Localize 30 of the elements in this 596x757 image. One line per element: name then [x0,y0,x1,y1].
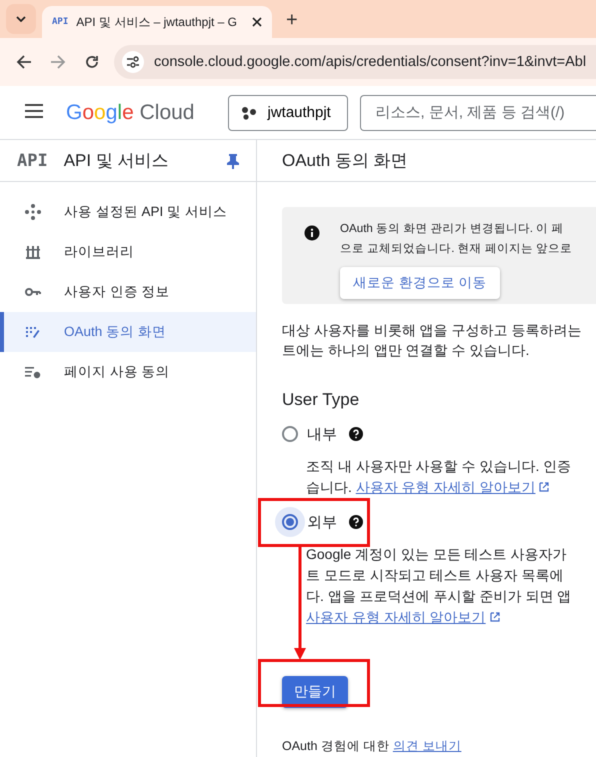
sidebar-item[interactable]: 페이지 사용 동의 [0,352,256,392]
sidebar-item[interactable]: 라이브러리 [0,232,256,272]
google-cloud-logo[interactable]: Google Cloud [66,100,194,124]
sidebar-item[interactable]: 사용 설정된 API 및 서비스 [0,192,256,232]
browser-tab[interactable]: API API 및 서비스 – jwtauthpjt – G [42,6,272,38]
create-button[interactable]: 만들기 [282,676,348,708]
project-picker[interactable]: jwtauthpjt [228,94,348,130]
page-title: OAuth 동의 화면 [282,150,408,172]
sidebar-item[interactable]: 사용자 인증 정보 [0,272,256,312]
feedback-text: OAuth 경험에 대한 의견 보내기 [282,738,462,755]
new-experience-button[interactable]: 새로운 환경으로 이동 [340,267,500,299]
tab-title: API 및 서비스 – jwtauthpjt – G [76,14,238,30]
url-text: console.cloud.google.com/apis/credentials/consent?inv=1&invt=Abl [154,54,586,70]
section-heading: User Type [282,390,360,410]
search-field[interactable]: 리소스, 문서, 제품 등 검색(/) [360,94,596,130]
feedback-link[interactable]: 의견 보내기 [392,739,462,753]
new-tab-button[interactable]: + [278,9,306,32]
sidebar-title: API 및 서비스 [64,150,170,172]
radio-label[interactable]: 내부 [307,424,337,444]
radio-label[interactable]: 외부 [307,512,337,532]
sidebar-item[interactable]: OAuth 동의 화면 [0,312,256,352]
notice-text: OAuth 동의 화면 관리가 변경됩니다. 이 페 으로 교체되었습니다. 현재 페이지는 앞으로 [340,221,572,256]
api-logo: API [17,150,48,170]
tab-favicon: API [52,17,68,27]
learn-more-link[interactable]: 사용자 유형 자세히 알아보기 [306,609,486,625]
option-description: 조직 내 사용자만 사용할 수 있습니다. 인증 습니다. 사용자 유형 자세히 알아보기 [306,457,572,497]
address-bar[interactable]: console.cloud.google.com/apis/credentials/consent?inv=1&invt=Abl [114,45,596,79]
learn-more-link[interactable]: 사용자 유형 자세히 알아보기 [356,479,536,495]
option-description: Google 계정이 있는 모든 테스트 사용자가 트 모드로 시작되고 테스트 사용자 목록에 다. 앱을 프로덕션에 푸시할 준비가 되면 앱 사용자 유형 자세히 알아보기 [306,545,572,627]
intro-text: 대상 사용자를 비롯해 앱을 구성하고 등록하려는 트에는 하나의 앱만 연결할 수 있습니다. [282,321,582,360]
